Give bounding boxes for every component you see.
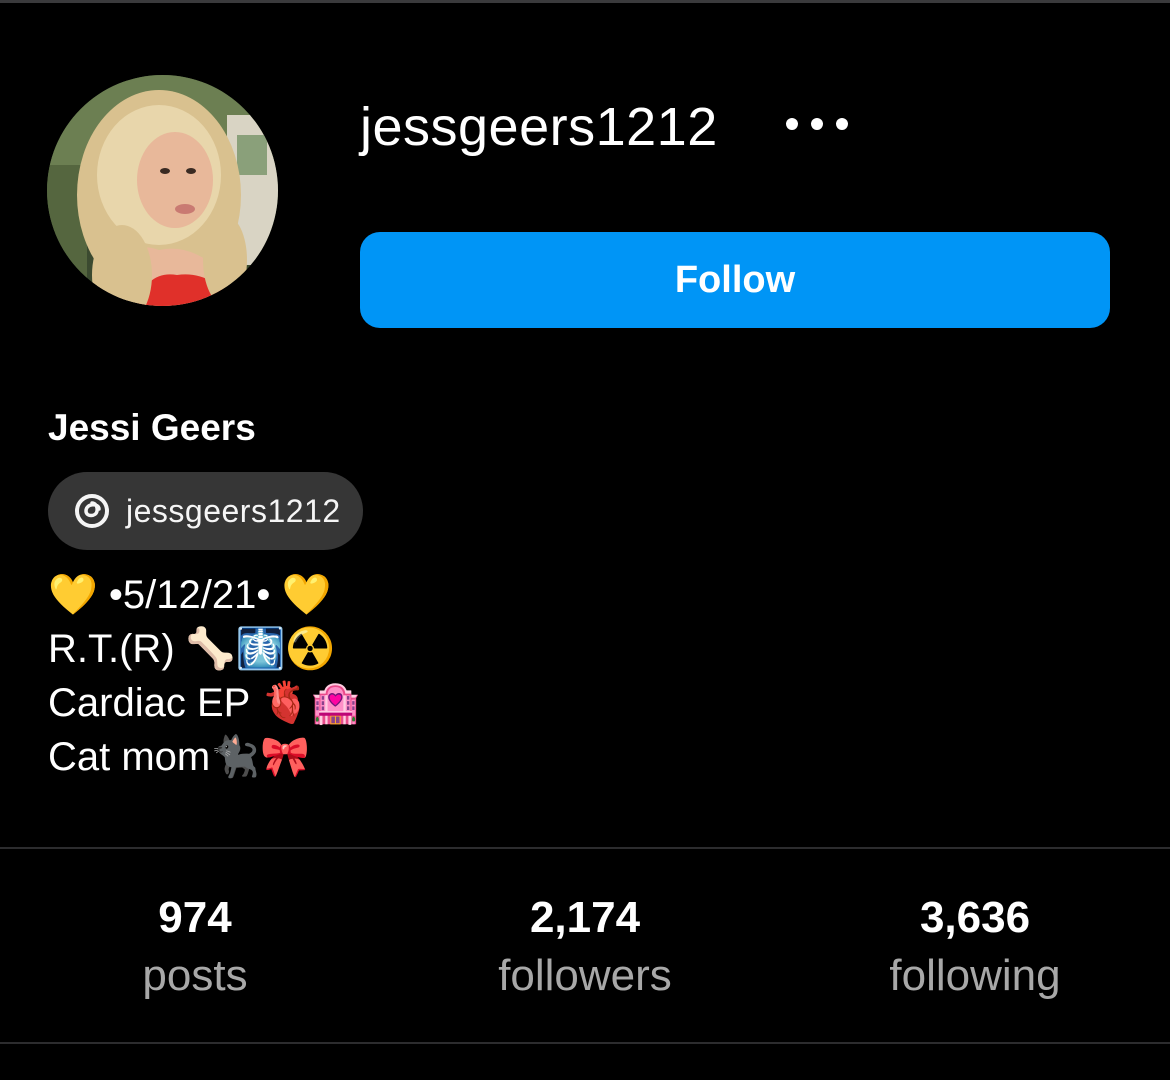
threads-handle: jessgeers1212 <box>126 492 341 529</box>
posts-count: 974 <box>158 893 232 942</box>
avatar-photo <box>47 75 278 306</box>
followers-stat[interactable]: 2,174 followers <box>390 890 780 1006</box>
following-label: following <box>889 951 1061 1000</box>
follow-button[interactable]: Follow <box>360 232 1110 328</box>
stats-top-divider <box>0 847 1170 849</box>
top-divider <box>0 0 1170 3</box>
posts-stat[interactable]: 974 posts <box>0 890 390 1006</box>
profile-display-name: Jessi Geers <box>48 407 256 448</box>
following-stat[interactable]: 3,636 following <box>780 890 1170 1006</box>
bio-line: 💛 •5/12/21• 💛 <box>48 573 332 617</box>
more-horizontal-icon[interactable] <box>782 108 852 144</box>
profile-bio: 💛 •5/12/21• 💛 R.T.(R) 🦴🩻☢️ Cardiac EP 🫀🏩… <box>48 568 648 784</box>
followers-label: followers <box>498 951 672 1000</box>
threads-icon <box>75 494 109 528</box>
bio-line: R.T.(R) 🦴🩻☢️ <box>48 627 336 671</box>
profile-stats: 974 posts 2,174 followers 3,636 followin… <box>0 890 1170 1010</box>
profile-avatar[interactable] <box>47 75 278 306</box>
profile-username: jessgeers1212 <box>360 97 718 157</box>
threads-profile-link[interactable]: jessgeers1212 <box>48 472 363 550</box>
bio-line: Cat mom🐈‍⬛🎀 <box>48 735 310 779</box>
following-count: 3,636 <box>919 893 1031 942</box>
stats-bottom-divider <box>0 1042 1170 1044</box>
posts-label: posts <box>142 951 248 1000</box>
bio-line: Cardiac EP 🫀🏩 <box>48 681 361 725</box>
followers-count: 2,174 <box>529 893 641 942</box>
